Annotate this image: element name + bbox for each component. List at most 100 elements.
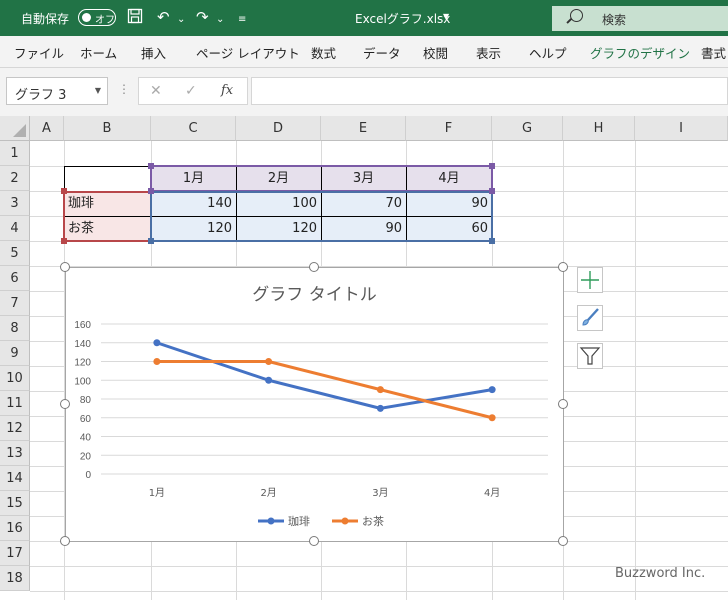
formula-bar-grip-icon: ⋮ xyxy=(118,82,130,96)
tab-page-layout[interactable]: ページ レイアウト xyxy=(196,43,300,62)
tab-data[interactable]: データ xyxy=(363,43,401,62)
chart-plot[interactable]: 160 140 120 100 80 60 40 20 0 1月 2月 3月 4月珈琲 お茶 xyxy=(66,268,563,541)
cell-b4[interactable]: お茶 xyxy=(64,216,151,241)
cell-d3[interactable]: 100 xyxy=(236,191,321,216)
row-header-11[interactable]: 11 xyxy=(0,391,30,416)
chart-elements-button[interactable] xyxy=(577,267,603,293)
resize-handle[interactable] xyxy=(309,262,319,272)
data-point xyxy=(265,358,273,365)
row-header-16[interactable]: 16 xyxy=(0,516,30,541)
save-icon[interactable] xyxy=(127,8,143,28)
redo-dropdown-icon[interactable]: ⌄ xyxy=(216,11,224,29)
data-point xyxy=(488,386,496,394)
row-header-5[interactable]: 5 xyxy=(0,241,30,266)
select-all-button[interactable] xyxy=(0,116,30,141)
worksheet-grid[interactable]: A B C D E F G H I 1 2 3 4 5 6 7 8 9 10 1… xyxy=(0,116,728,600)
resize-handle[interactable] xyxy=(558,262,568,272)
resize-handle[interactable] xyxy=(60,536,70,546)
title-bar: 自動保存 オフ ↶ ⌄ ↷ ⌄ ≡ Excelグラフ.xlsx ▼ 検索 xyxy=(0,0,728,36)
gridline xyxy=(30,591,728,592)
row-header-15[interactable]: 15 xyxy=(0,491,30,516)
row-header-7[interactable]: 7 xyxy=(0,291,30,316)
row-header-1[interactable]: 1 xyxy=(0,141,30,166)
tab-home[interactable]: ホーム xyxy=(80,43,117,62)
cell-e2[interactable]: 3月 xyxy=(321,166,406,191)
y-tick-label: 80 xyxy=(80,395,92,406)
tab-format[interactable]: 書式 xyxy=(701,43,726,62)
search-input: 検索 xyxy=(602,13,627,27)
cell-e4[interactable]: 90 xyxy=(321,216,406,241)
undo-icon[interactable]: ↶ xyxy=(157,8,170,26)
name-box-chevron-icon[interactable]: ▼ xyxy=(95,86,101,95)
filename-chevron-icon[interactable]: ▼ xyxy=(443,12,449,21)
cell-f2[interactable]: 4月 xyxy=(406,166,492,191)
legend-label: お茶 xyxy=(362,515,384,528)
column-header-h[interactable]: H xyxy=(563,116,635,141)
cell-f3[interactable]: 90 xyxy=(406,191,492,216)
row-header-12[interactable]: 12 xyxy=(0,416,30,441)
ribbon-tabs: ファイル ホーム 挿入 ページ レイアウト 数式 データ 校閲 表示 ヘルプ グ… xyxy=(0,36,728,68)
column-header-f[interactable]: F xyxy=(406,116,492,141)
line-chart[interactable]: グラフ タイトル 160 140 120 100 80 60 40 20 0 1月 2月 3月 4月 珈琲… xyxy=(65,267,564,542)
formula-input[interactable] xyxy=(251,77,728,105)
chart-filters-button[interactable] xyxy=(577,343,603,369)
row-header-13[interactable]: 13 xyxy=(0,441,30,466)
tab-view[interactable]: 表示 xyxy=(476,43,501,62)
column-header-a[interactable]: A xyxy=(30,116,64,141)
paintbrush-icon xyxy=(582,308,599,326)
row-header-3[interactable]: 3 xyxy=(0,191,30,216)
redo-icon[interactable]: ↷ xyxy=(196,8,209,26)
row-header-9[interactable]: 9 xyxy=(0,341,30,366)
undo-dropdown-icon[interactable]: ⌄ xyxy=(177,11,185,29)
cell-e3[interactable]: 70 xyxy=(321,191,406,216)
cancel-icon[interactable]: ✕ xyxy=(150,83,162,99)
cell-d4[interactable]: 120 xyxy=(236,216,321,241)
legend-marker xyxy=(267,517,275,525)
column-header-b[interactable]: B xyxy=(64,116,151,141)
customize-qat-icon[interactable]: ≡ xyxy=(238,11,246,29)
tab-insert[interactable]: 挿入 xyxy=(141,43,166,62)
y-tick-label: 60 xyxy=(80,414,92,425)
tab-chart-design[interactable]: グラフのデザイン xyxy=(590,43,690,62)
column-header-c[interactable]: C xyxy=(151,116,236,141)
column-header-e[interactable]: E xyxy=(321,116,406,141)
cell-d2[interactable]: 2月 xyxy=(236,166,321,191)
tab-review[interactable]: 校閲 xyxy=(423,43,448,62)
column-header-d[interactable]: D xyxy=(236,116,321,141)
column-header-i[interactable]: I xyxy=(635,116,728,141)
data-point xyxy=(153,358,161,365)
row-header-17[interactable]: 17 xyxy=(0,541,30,566)
autosave-toggle[interactable]: オフ xyxy=(78,9,116,26)
tab-file[interactable]: ファイル xyxy=(14,43,64,62)
x-tick-label: 2月 xyxy=(260,487,276,499)
tab-help[interactable]: ヘルプ xyxy=(529,43,567,62)
row-header-10[interactable]: 10 xyxy=(0,366,30,391)
enter-icon[interactable]: ✓ xyxy=(185,83,197,99)
resize-handle[interactable] xyxy=(309,536,319,546)
cell-b3[interactable]: 珈琲 xyxy=(64,191,151,216)
insert-function-icon[interactable]: fx xyxy=(221,83,233,98)
resize-handle[interactable] xyxy=(60,399,70,409)
resize-handle[interactable] xyxy=(558,536,568,546)
row-header-18[interactable]: 18 xyxy=(0,566,30,591)
name-box[interactable]: グラフ 3 ▼ xyxy=(6,77,108,105)
row-header-6[interactable]: 6 xyxy=(0,266,30,291)
tab-formulas[interactable]: 数式 xyxy=(311,43,336,62)
column-header-g[interactable]: G xyxy=(492,116,563,141)
row-header-4[interactable]: 4 xyxy=(0,216,30,241)
data-point xyxy=(488,414,496,422)
cell-c2[interactable]: 1月 xyxy=(151,166,236,191)
cell-c4[interactable]: 120 xyxy=(151,216,236,241)
search-box[interactable]: 検索 xyxy=(552,6,728,31)
file-name[interactable]: Excelグラフ.xlsx xyxy=(355,10,450,27)
resize-handle[interactable] xyxy=(60,262,70,272)
row-header-2[interactable]: 2 xyxy=(0,166,30,191)
chart-styles-button[interactable] xyxy=(577,305,603,331)
resize-handle[interactable] xyxy=(558,399,568,409)
plus-icon xyxy=(581,271,599,289)
row-header-8[interactable]: 8 xyxy=(0,316,30,341)
cell-c3[interactable]: 140 xyxy=(151,191,236,216)
filter-icon xyxy=(579,347,601,365)
cell-f4[interactable]: 60 xyxy=(406,216,492,241)
row-header-14[interactable]: 14 xyxy=(0,466,30,491)
